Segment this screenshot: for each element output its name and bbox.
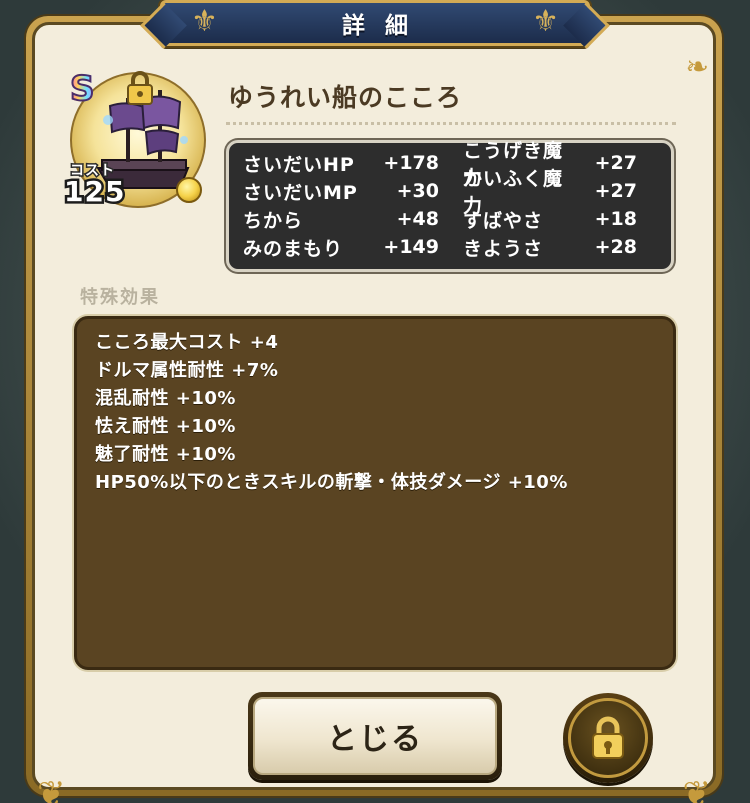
- stat-name: さいだいMP: [243, 181, 358, 204]
- close-button-face[interactable]: とじる: [253, 697, 497, 775]
- effect-item: HP50%以下のときスキルの斬撃・体技ダメージ +10%: [95, 472, 568, 493]
- corner-ornament-icon: ❦: [682, 774, 712, 803]
- special-effects-label: 特殊効果: [80, 287, 160, 308]
- effect-item: 混乱耐性 +10%: [95, 388, 236, 409]
- stats-table: さいだいHP +178 こうげき魔力 +27 さいだいMP +30 かいふく魔力…: [226, 140, 674, 272]
- corner-ornament-icon: ❦: [37, 774, 66, 803]
- gold-coin-icon: [176, 177, 202, 203]
- lock-button-face[interactable]: [568, 698, 648, 778]
- stat-name: さいだいHP: [243, 153, 355, 176]
- stat-row: さいだいMP +30 かいふく魔力 +27: [243, 168, 657, 217]
- divider: [226, 122, 676, 125]
- padlock-icon: [592, 716, 624, 759]
- item-name: ゆうれい船のこころ: [228, 83, 463, 112]
- special-effects-list: こころ最大コスト +4 ドルマ属性耐性 +7% 混乱耐性 +10% 怯え耐性 +…: [74, 316, 676, 670]
- cost-value: 125: [61, 173, 126, 211]
- lock-button[interactable]: [563, 693, 653, 783]
- effect-item: 怯え耐性 +10%: [95, 416, 236, 437]
- stat-value: +178: [383, 152, 439, 174]
- stat-row: ちから +48 すばやさ +18: [243, 205, 657, 233]
- stat-value: +27: [594, 180, 637, 202]
- fleur-de-lis-icon: ⚜: [532, 4, 559, 39]
- stat-name: ちから: [243, 209, 304, 232]
- stat-value: +18: [594, 208, 637, 230]
- stat-value: +30: [396, 180, 439, 202]
- padlock-icon: [127, 71, 153, 105]
- dialog-header: ⚜ 詳細 ⚜: [160, 0, 590, 46]
- stat-row: みのまもり +149 きようさ +28: [243, 233, 657, 261]
- effect-item: 魅了耐性 +10%: [95, 444, 236, 465]
- effect-item: ドルマ属性耐性 +7%: [95, 360, 279, 381]
- stat-name: きようさ: [463, 237, 544, 260]
- close-button-label: とじる: [327, 722, 423, 757]
- corner-ornament-icon: ❧: [685, 50, 709, 83]
- stat-value: +28: [594, 236, 637, 258]
- stat-name: みのまもり: [243, 237, 344, 260]
- fleur-de-lis-icon: ⚜: [191, 4, 218, 39]
- stat-name: すばやさ: [463, 209, 544, 232]
- stat-value: +48: [396, 208, 439, 230]
- close-button[interactable]: とじる: [248, 692, 502, 780]
- rank-badge: S: [69, 69, 95, 109]
- stat-value: +149: [383, 236, 439, 258]
- stat-value: +27: [594, 152, 637, 174]
- effect-item: こころ最大コスト +4: [95, 332, 279, 353]
- dialog-title: 詳細: [342, 13, 428, 39]
